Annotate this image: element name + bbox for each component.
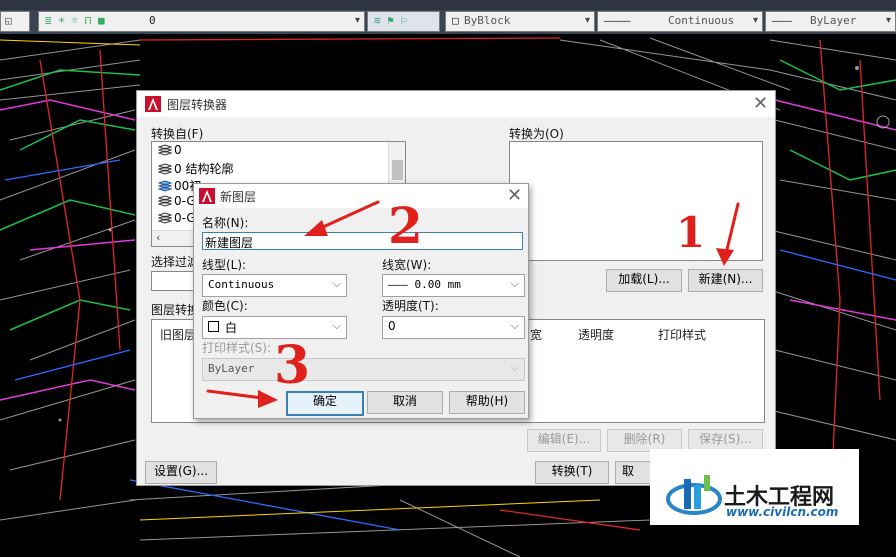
site-watermark: 土木工程网 www.civilcn.com — [650, 449, 859, 525]
arrowhead-ok-button — [258, 390, 278, 408]
arrowhead-name-field — [304, 220, 328, 236]
arrowhead-new-button — [716, 248, 734, 266]
civilcn-logo-icon — [666, 475, 722, 515]
watermark-url: www.civilcn.com — [726, 505, 839, 519]
